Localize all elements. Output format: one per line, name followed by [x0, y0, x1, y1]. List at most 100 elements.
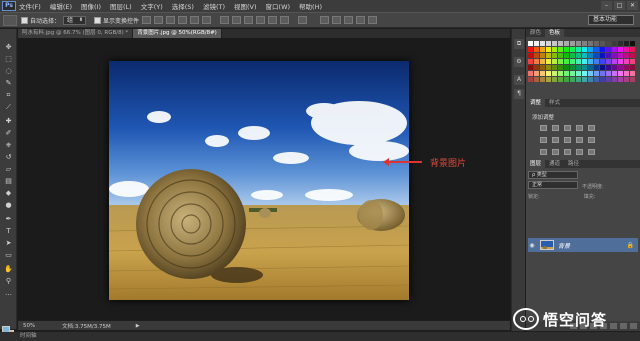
paragraph-panel-icon[interactable]: ¶ [514, 89, 524, 99]
eye-icon[interactable]: ◉ [528, 242, 536, 249]
layer-name[interactable]: 背景 [558, 241, 570, 250]
color-swatch[interactable] [594, 41, 599, 46]
color-swatch[interactable] [534, 41, 539, 46]
color-swatch[interactable] [618, 53, 623, 58]
auto-align-icon[interactable] [298, 16, 308, 24]
color-swatch[interactable] [546, 47, 551, 52]
color-swatch[interactable] [558, 41, 563, 46]
color-swatch[interactable] [552, 47, 557, 52]
lasso-tool-icon[interactable]: ◌ [3, 67, 14, 76]
tab-channels[interactable]: 通道 [545, 160, 564, 168]
color-swatch[interactable] [630, 71, 635, 76]
exposure-icon[interactable] [576, 125, 583, 131]
menu-layer[interactable]: 图层(L) [110, 1, 132, 11]
color-swatch[interactable] [540, 77, 545, 82]
minimize-icon[interactable]: – [601, 1, 612, 10]
color-swatch[interactable] [564, 77, 569, 82]
color-swatch[interactable] [540, 41, 545, 46]
color-swatch[interactable] [570, 53, 575, 58]
clone-stamp-tool-icon[interactable]: ⎈ [3, 141, 14, 150]
color-swatch[interactable] [552, 71, 557, 76]
color-swatch[interactable] [582, 47, 587, 52]
eyedropper-tool-icon[interactable]: ⟋ [3, 103, 14, 112]
color-swatch[interactable] [606, 65, 611, 70]
move-tool-preset[interactable] [3, 14, 17, 26]
color-swatch[interactable] [528, 41, 533, 46]
tab-swatches[interactable]: 色板 [545, 29, 565, 37]
more-tools-icon[interactable]: … [3, 289, 14, 298]
blur-tool-icon[interactable]: ◆ [3, 189, 14, 198]
pen-tool-icon[interactable]: ✒ [3, 215, 14, 224]
color-swatch[interactable] [594, 71, 599, 76]
color-swatch[interactable] [630, 77, 635, 82]
color-swatch[interactable] [546, 77, 551, 82]
crop-tool-icon[interactable]: ⌗ [3, 91, 14, 100]
color-swatch[interactable] [564, 47, 569, 52]
color-balance-icon[interactable] [552, 137, 559, 143]
color-swatch[interactable] [564, 53, 569, 58]
tab-layers[interactable]: 图层 [526, 160, 546, 168]
color-swatch[interactable] [612, 65, 617, 70]
tab-document-2[interactable]: 背景图片.jpg @ 50%(RGB/8#) [133, 29, 222, 38]
color-swatch[interactable] [564, 41, 569, 46]
color-swatch[interactable] [570, 47, 575, 52]
color-swatch[interactable] [594, 77, 599, 82]
color-swatch[interactable] [612, 71, 617, 76]
color-swatch[interactable] [606, 41, 611, 46]
color-swatch[interactable] [570, 59, 575, 64]
color-swatch[interactable] [600, 59, 605, 64]
tab-styles[interactable]: 样式 [545, 99, 564, 107]
color-swatch[interactable] [552, 41, 557, 46]
3d-roll-icon[interactable] [332, 16, 342, 24]
color-swatch[interactable] [576, 41, 581, 46]
3d-slide-icon[interactable] [356, 16, 366, 24]
3d-mode-icon[interactable] [320, 16, 330, 24]
color-swatch[interactable] [630, 59, 635, 64]
align-left-icon[interactable] [178, 16, 188, 24]
color-swatch[interactable] [612, 59, 617, 64]
history-panel-icon[interactable]: ⧉ [514, 39, 524, 49]
align-right-icon[interactable] [202, 16, 212, 24]
align-top-icon[interactable] [142, 16, 152, 24]
color-swatch[interactable] [582, 41, 587, 46]
color-swatch[interactable] [612, 53, 617, 58]
document-image[interactable] [109, 61, 409, 300]
color-swatch[interactable] [588, 65, 593, 70]
align-vcenter-icon[interactable] [154, 16, 164, 24]
distribute-left-icon[interactable] [256, 16, 266, 24]
menu-image[interactable]: 图像(I) [81, 1, 101, 11]
color-swatch[interactable] [582, 59, 587, 64]
color-swatch[interactable] [564, 71, 569, 76]
menu-window[interactable]: 窗口(W) [266, 1, 291, 11]
layer-filter-dropdown[interactable]: ρ 类型 [528, 171, 578, 179]
color-swatch[interactable] [618, 65, 623, 70]
color-swatch[interactable] [612, 77, 617, 82]
color-swatch[interactable] [612, 47, 617, 52]
swatches-grid[interactable] [528, 39, 635, 87]
color-swatch[interactable] [534, 77, 539, 82]
delete-layer-icon[interactable] [630, 323, 637, 329]
color-swatch[interactable] [618, 59, 623, 64]
character-panel-icon[interactable]: A [514, 75, 524, 85]
auto-select-checkbox[interactable] [21, 16, 28, 24]
tab-adjustments[interactable]: 调整 [526, 99, 546, 107]
workspace-switcher[interactable]: 基本功能 [588, 15, 634, 25]
color-swatch[interactable] [618, 71, 623, 76]
layer-row-background[interactable]: ◉ 背景 🔒 [528, 238, 638, 252]
curves-icon[interactable] [564, 125, 571, 131]
color-swatch[interactable] [588, 77, 593, 82]
menu-type[interactable]: 文字(Y) [141, 1, 163, 11]
type-tool-icon[interactable]: T [3, 227, 14, 236]
properties-panel-icon[interactable]: ⚙ [514, 57, 524, 67]
color-swatch[interactable] [552, 59, 557, 64]
color-swatch[interactable] [576, 59, 581, 64]
distribute-right-icon[interactable] [280, 16, 290, 24]
color-swatch[interactable] [624, 77, 629, 82]
color-swatch[interactable] [534, 71, 539, 76]
color-swatch[interactable] [540, 59, 545, 64]
color-swatch[interactable] [534, 53, 539, 58]
menu-view[interactable]: 视图(V) [234, 1, 257, 11]
color-swatch[interactable] [618, 41, 623, 46]
tab-color[interactable]: 颜色 [526, 29, 545, 37]
gradient-tool-icon[interactable]: ▤ [3, 177, 14, 186]
